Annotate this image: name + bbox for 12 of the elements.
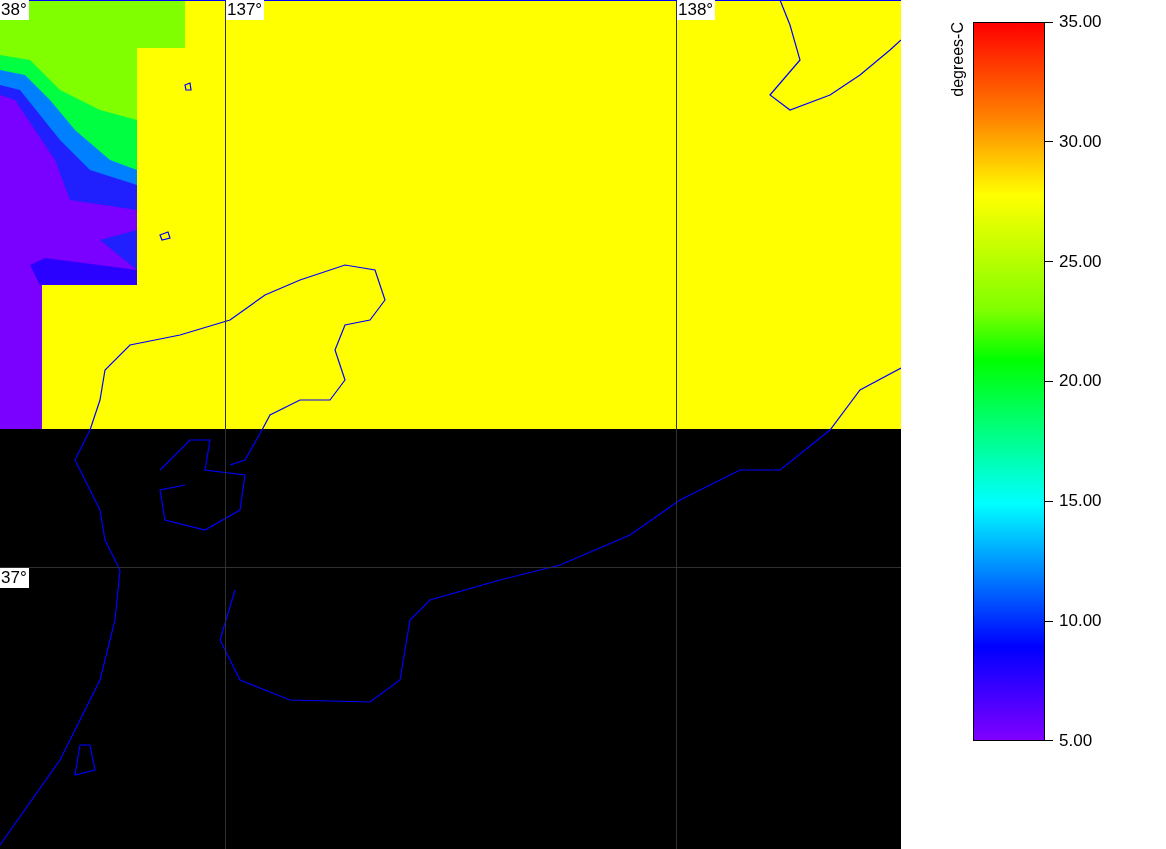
scale-tick-label: 15.00 (1059, 491, 1102, 512)
scale-tick-label: 25.00 (1059, 251, 1102, 272)
scale-tick-label: 5.00 (1059, 730, 1093, 751)
scale-tick-label: 30.00 (1059, 131, 1102, 152)
latitude-label: 38° (0, 0, 29, 20)
longitude-label: 138° (677, 0, 716, 20)
scale-tick-label: 35.00 (1059, 12, 1102, 32)
scale-tick-label: 20.00 (1059, 371, 1102, 392)
scale-tick-label: 10.00 (1059, 611, 1102, 632)
longitude-label: 137° (226, 0, 265, 20)
latitude-label: 37° (0, 568, 29, 588)
unit-label: degrees-C (949, 22, 967, 97)
